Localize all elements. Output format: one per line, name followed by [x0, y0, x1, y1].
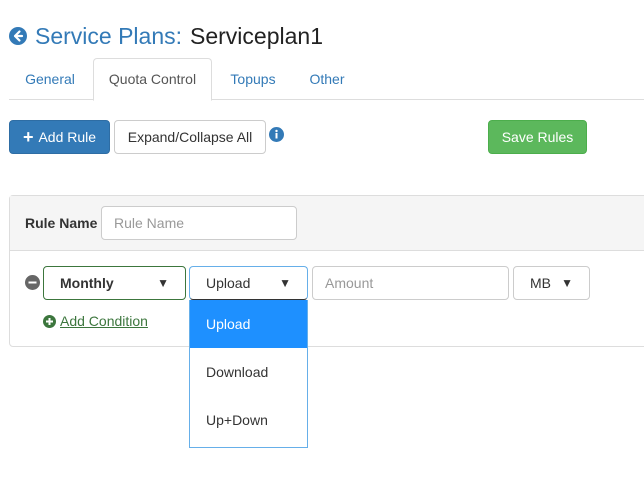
tab-topups[interactable]: Topups — [216, 58, 290, 100]
rule-name-input[interactable]: Rule Name — [101, 206, 297, 240]
unit-select[interactable]: MB ▼ — [513, 266, 590, 300]
add-condition-label: Add Condition — [60, 313, 148, 329]
page-header: Service Plans: Serviceplan1 — [9, 20, 323, 52]
amount-input[interactable]: Amount — [312, 266, 509, 300]
info-icon[interactable] — [269, 127, 284, 142]
page-title-label: Service Plans: — [35, 22, 183, 49]
add-condition-link[interactable]: Add Condition — [43, 313, 148, 329]
plus-circle-icon — [43, 314, 56, 328]
caret-down-icon: ▼ — [279, 276, 291, 290]
direction-dropdown-list: Upload Download Up+Down — [189, 300, 308, 448]
page-title-plan-name: Serviceplan1 — [190, 22, 323, 49]
period-select-value: Monthly — [60, 275, 114, 291]
add-rule-label: Add Rule — [38, 129, 97, 145]
expand-collapse-all-button[interactable]: Expand/Collapse All — [114, 120, 266, 154]
dropdown-option-up-down[interactable]: Up+Down — [190, 396, 307, 444]
caret-down-icon: ▼ — [561, 276, 573, 290]
direction-select-value: Upload — [206, 275, 251, 291]
direction-select[interactable]: Upload ▼ — [189, 266, 308, 300]
period-select[interactable]: Monthly ▼ — [43, 266, 186, 300]
tab-other[interactable]: Other — [296, 58, 358, 100]
back-arrow-circle-icon[interactable] — [9, 27, 27, 45]
dropdown-option-download[interactable]: Download — [190, 348, 307, 396]
rule-panel-header: Rule Name Rule Name — [10, 196, 644, 251]
remove-condition-icon[interactable] — [25, 275, 40, 290]
plus-icon: + — [22, 127, 34, 147]
caret-down-icon: ▼ — [157, 276, 169, 290]
dropdown-option-upload[interactable]: Upload — [190, 300, 307, 348]
tab-bar: General Quota Control Topups Other — [9, 58, 644, 101]
tab-quota-control[interactable]: Quota Control — [93, 58, 212, 101]
save-rules-button[interactable]: Save Rules — [488, 120, 587, 154]
tab-general[interactable]: General — [9, 58, 91, 100]
unit-select-value: MB — [530, 275, 551, 291]
add-rule-button[interactable]: + Add Rule — [9, 120, 110, 154]
rule-name-label: Rule Name — [25, 215, 98, 231]
rule-panel: Rule Name Rule Name Monthly ▼ Upload ▼ A… — [9, 195, 644, 347]
